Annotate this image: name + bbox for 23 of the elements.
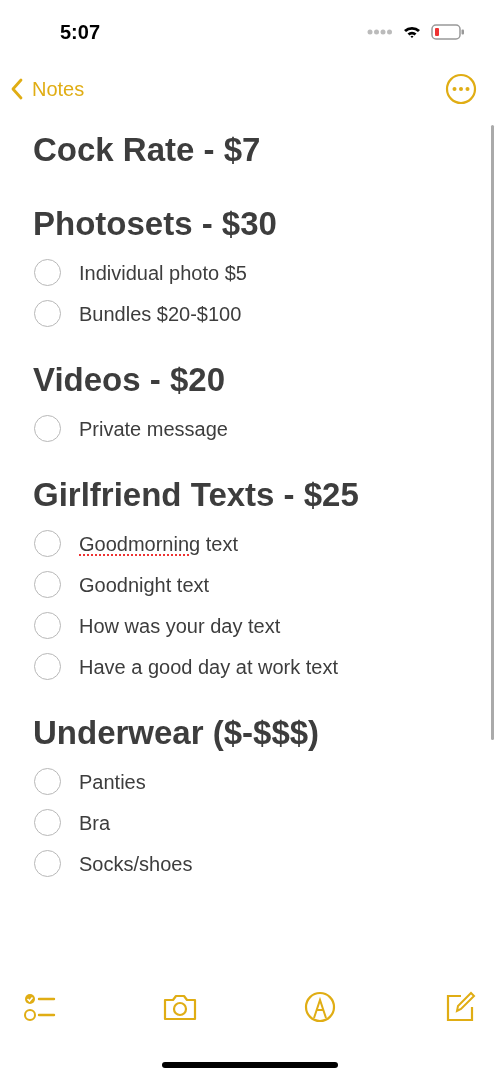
checklist-item-text: Goodnight text [79, 572, 210, 598]
checklist-item-text: Panties [79, 769, 146, 795]
checklist-item-text: Bra [79, 810, 111, 836]
chevron-left-icon [10, 77, 24, 101]
note-heading: Photosets - $30 [33, 204, 278, 244]
checklist-item-text: Private message [79, 416, 228, 442]
note-heading: Underwear ($-$$$) [33, 713, 321, 753]
more-icon[interactable] [445, 73, 477, 105]
markup-pen-icon[interactable] [303, 990, 338, 1024]
wifi-icon [403, 25, 421, 39]
note-heading: Videos - $20 [33, 360, 226, 400]
back-button[interactable]: Notes [10, 74, 85, 104]
status-time: 5:07 [60, 20, 101, 45]
checklist-item-text: Have a good day at work text [79, 654, 339, 680]
checklist-item-text: Socks/shoes [79, 851, 193, 877]
battery-icon [431, 24, 465, 40]
note-heading: Cock Rate - $7 [33, 130, 262, 170]
signal-icon [367, 29, 393, 35]
checklist-item-text: How was your day text [79, 613, 281, 639]
checklist-item-text: Individual photo $5 [79, 260, 247, 286]
note-heading: Girlfriend Texts - $25 [33, 475, 360, 515]
checklist-item-text: Bundles $20-$100 [79, 301, 242, 327]
checklist-item-text: Goodmorning text [79, 531, 238, 557]
